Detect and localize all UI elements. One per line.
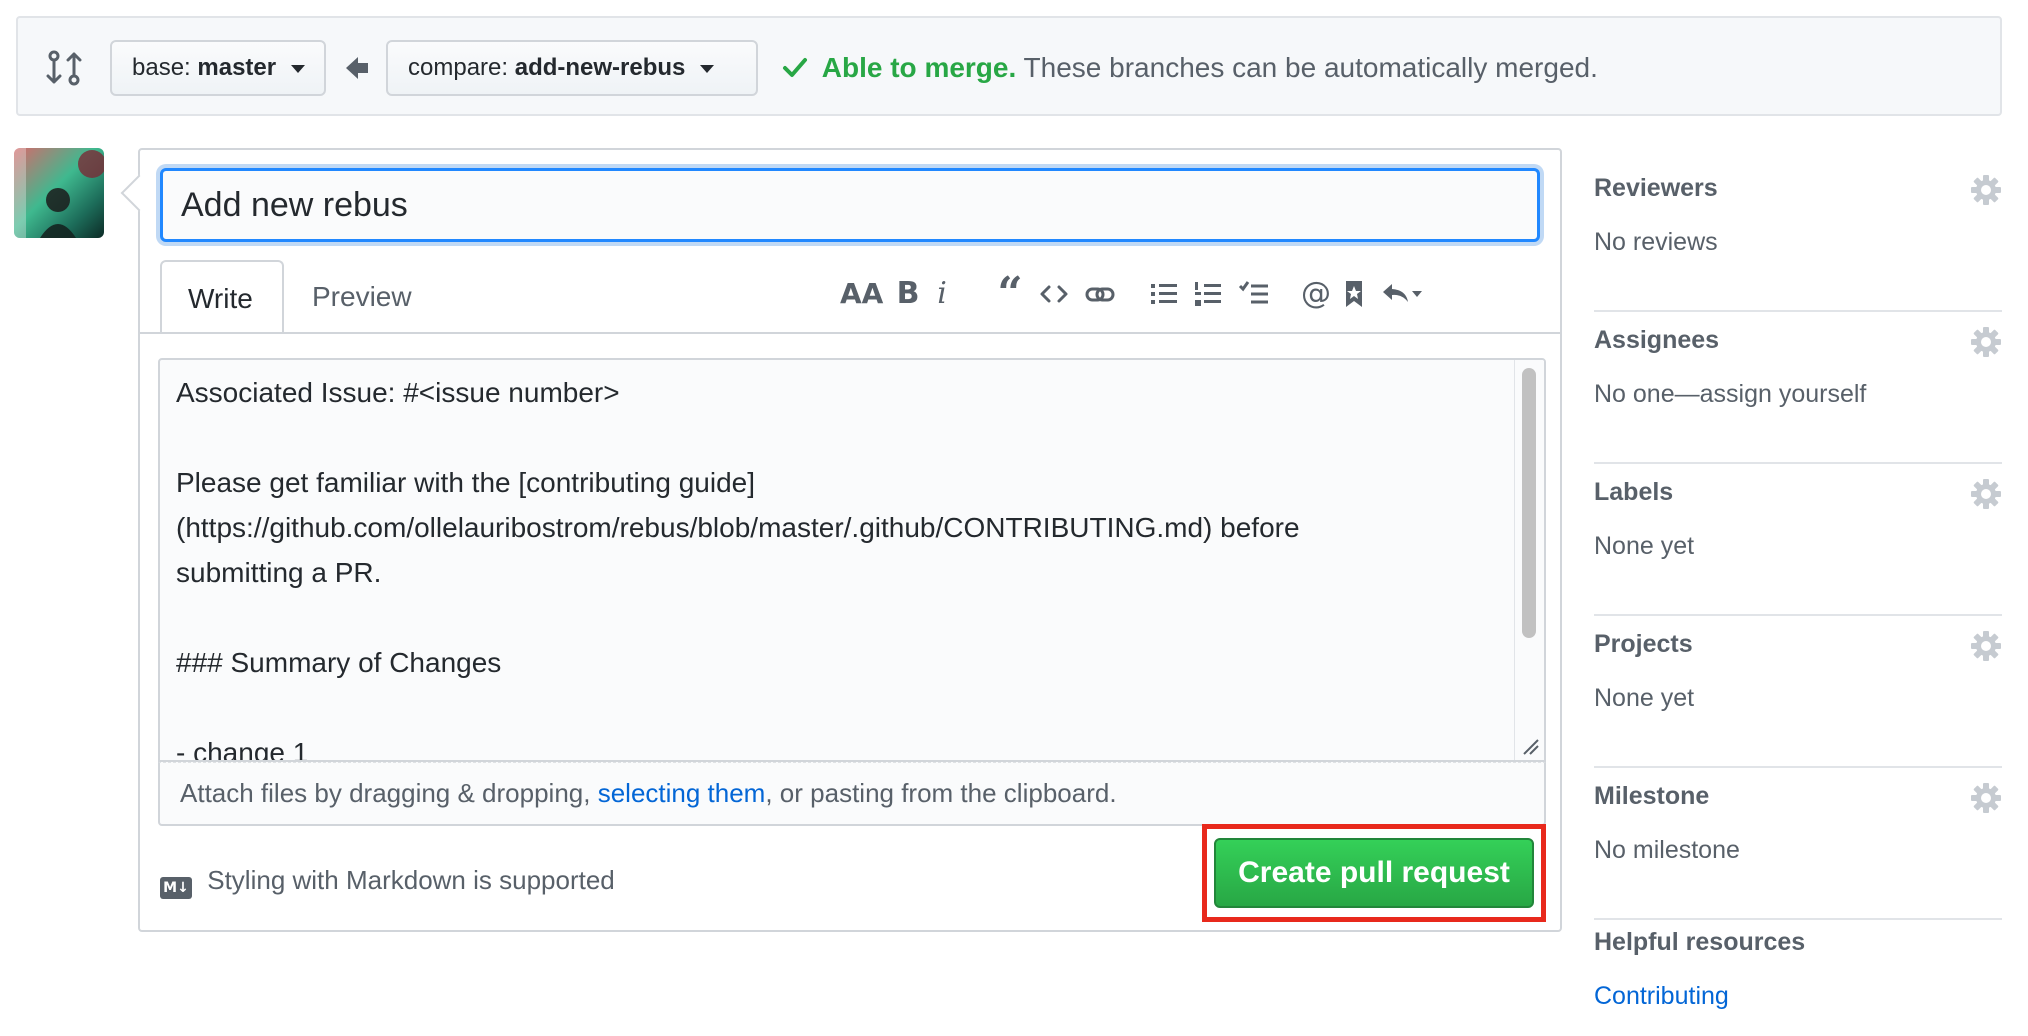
ordered-list-icon[interactable]: [1188, 272, 1228, 316]
base-prefix: base:: [132, 54, 191, 81]
markdown-note[interactable]: M↓ Styling with Markdown is supported: [160, 860, 615, 900]
body-textarea[interactable]: Associated Issue: #<issue number> Please…: [158, 358, 1546, 762]
sidebar-value: None yet: [1594, 532, 1695, 560]
gear-icon[interactable]: [1970, 782, 2002, 814]
link-icon[interactable]: [1080, 272, 1120, 316]
sidebar-projects: Projects None yet: [1594, 616, 2002, 768]
create-pull-request-button[interactable]: Create pull request: [1214, 838, 1534, 908]
base-branch-name: master: [197, 54, 277, 81]
compare-icon: [46, 50, 82, 86]
compare-prefix: compare:: [408, 54, 509, 81]
avatar-image: [14, 148, 104, 238]
quote-icon[interactable]: “: [990, 272, 1030, 316]
italic-icon[interactable]: i: [922, 272, 962, 316]
sidebar-title[interactable]: Projects: [1594, 630, 1693, 659]
check-icon: [783, 58, 807, 77]
sidebar-title[interactable]: Labels: [1594, 478, 1673, 507]
gear-icon[interactable]: [1970, 630, 2002, 662]
markdown-note-text: Styling with Markdown is supported: [207, 865, 615, 895]
arrow-left-icon: [346, 57, 368, 79]
gear-icon[interactable]: [1970, 174, 2002, 206]
saved-replies-icon[interactable]: [1376, 272, 1428, 316]
merge-status: Able to merge. These branches can be aut…: [782, 48, 1598, 88]
attach-text-end: , or pasting from the clipboard.: [765, 778, 1117, 808]
code-icon[interactable]: [1034, 272, 1074, 316]
attach-files-bar[interactable]: Attach files by dragging & dropping, sel…: [158, 762, 1546, 826]
sidebar-reviewers: Reviewers No reviews: [1594, 160, 2002, 312]
title-input[interactable]: [160, 168, 1540, 242]
tab-write[interactable]: Write: [160, 260, 284, 334]
mention-icon[interactable]: @: [1296, 272, 1336, 316]
resources-title: Helpful resources: [1594, 928, 1806, 956]
header-icon[interactable]: AA: [840, 272, 883, 316]
sidebar-assignees: Assignees No one—assign yourself: [1594, 312, 2002, 464]
caret-down-icon: [700, 64, 715, 73]
gear-icon[interactable]: [1970, 478, 2002, 510]
sidebar-title[interactable]: Assignees: [1594, 326, 1719, 355]
scrollbar-thumb[interactable]: [1522, 368, 1536, 638]
sidebar-milestone: Milestone No milestone: [1594, 768, 2002, 920]
attach-text: Attach files by dragging & dropping,: [180, 778, 598, 808]
sidebar-labels: Labels None yet: [1594, 464, 2002, 616]
base-branch-select[interactable]: base: master: [110, 40, 326, 96]
compare-branch-name: add-new-rebus: [514, 54, 686, 81]
gear-icon[interactable]: [1970, 326, 2002, 358]
tab-preview[interactable]: Preview: [286, 260, 446, 334]
caret-down-icon: [290, 64, 305, 73]
merge-description: These branches can be automatically merg…: [1023, 52, 1598, 83]
sidebar-title[interactable]: Reviewers: [1594, 174, 1718, 203]
sidebar-value: No reviews: [1594, 228, 1718, 256]
task-list-icon[interactable]: [1234, 272, 1274, 316]
sidebar-title[interactable]: Milestone: [1594, 782, 1709, 811]
scrollbar[interactable]: [1514, 360, 1544, 760]
tab-divider: [140, 332, 1560, 334]
reference-icon[interactable]: [1334, 272, 1374, 316]
markdown-icon: M↓: [160, 877, 192, 899]
compare-branch-select[interactable]: compare: add-new-rebus: [386, 40, 758, 96]
unordered-list-icon[interactable]: [1144, 272, 1184, 316]
sidebar-value: No milestone: [1594, 836, 1740, 864]
contributing-link[interactable]: Contributing: [1594, 982, 1729, 1011]
resize-grip-icon[interactable]: [1518, 734, 1540, 756]
sidebar-value: None yet: [1594, 684, 1695, 712]
select-files-link[interactable]: selecting them: [598, 778, 766, 808]
body-text: Associated Issue: #<issue number> Please…: [176, 377, 1300, 762]
compare-bar: base: master compare: add-new-rebus Able…: [16, 16, 2002, 116]
pull-request-form: Write Preview AA B i “ @ Associated: [138, 148, 1562, 932]
merge-ok-text: Able to merge.: [821, 52, 1017, 83]
avatar[interactable]: [14, 148, 104, 238]
sidebar-value[interactable]: No one—assign yourself: [1594, 380, 1866, 409]
